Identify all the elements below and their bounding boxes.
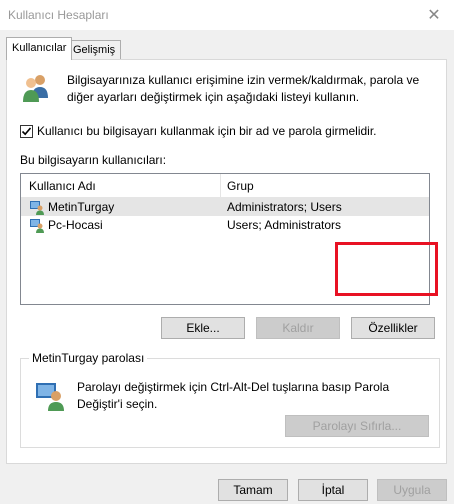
cancel-button[interactable]: İptal <box>298 479 368 501</box>
tab-panel: Bilgisayarınıza kullanıcı erişimine izin… <box>6 59 447 464</box>
require-password-checkbox[interactable] <box>20 124 33 138</box>
users-list-label: Bu bilgisayarın kullanıcıları: <box>20 153 167 167</box>
add-user-button[interactable]: Ekle... <box>161 317 245 339</box>
user-name: Pc-Hocasi <box>48 218 103 232</box>
password-info-text: Parolayı değiştirmek için Ctrl-Alt-Del t… <box>77 380 390 411</box>
users-list[interactable]: Kullanıcı Adı Grup MetinTurgay Administr… <box>20 173 430 305</box>
user-name: MetinTurgay <box>48 200 115 214</box>
user-password-icon <box>36 383 64 411</box>
users-icon <box>23 75 48 102</box>
checkmark-icon <box>21 126 32 135</box>
require-password-row[interactable]: Kullanıcı bu bilgisayarı kullanmak için … <box>20 124 377 138</box>
remove-user-button[interactable]: Kaldır <box>256 317 340 339</box>
reset-password-button[interactable]: Parolayı Sıfırla... <box>285 415 429 437</box>
require-password-label: Kullanıcı bu bilgisayarı kullanmak için … <box>37 124 377 138</box>
user-icon <box>30 219 44 233</box>
user-group: Administrators; Users <box>227 200 342 214</box>
tab-users[interactable]: Kullanıcılar <box>6 37 73 60</box>
password-group-title: MetinTurgay parolası <box>29 351 148 365</box>
column-header-username[interactable]: Kullanıcı Adı <box>21 174 221 197</box>
close-button[interactable]: ✕ <box>414 0 454 30</box>
tab-advanced[interactable]: Gelişmiş <box>67 40 122 60</box>
password-group: MetinTurgay parolası Parolayı değiştirme… <box>20 351 440 448</box>
apply-button[interactable]: Uygula <box>377 479 447 501</box>
ok-button[interactable]: Tamam <box>218 479 288 501</box>
close-icon: ✕ <box>427 7 441 24</box>
list-header: Kullanıcı Adı Grup <box>21 174 429 198</box>
intro-text: Bilgisayarınıza kullanıcı erişimine izin… <box>67 73 420 104</box>
window-title: Kullanıcı Hesapları <box>8 8 109 22</box>
table-row[interactable]: MetinTurgay Administrators; Users <box>21 198 429 216</box>
table-row[interactable]: Pc-Hocasi Users; Administrators <box>21 216 429 234</box>
column-header-group[interactable]: Grup <box>221 174 429 197</box>
properties-button[interactable]: Özellikler <box>351 317 435 339</box>
user-group: Users; Administrators <box>227 218 342 232</box>
title-bar: Kullanıcı Hesapları ✕ <box>0 0 454 30</box>
user-icon <box>30 201 44 215</box>
